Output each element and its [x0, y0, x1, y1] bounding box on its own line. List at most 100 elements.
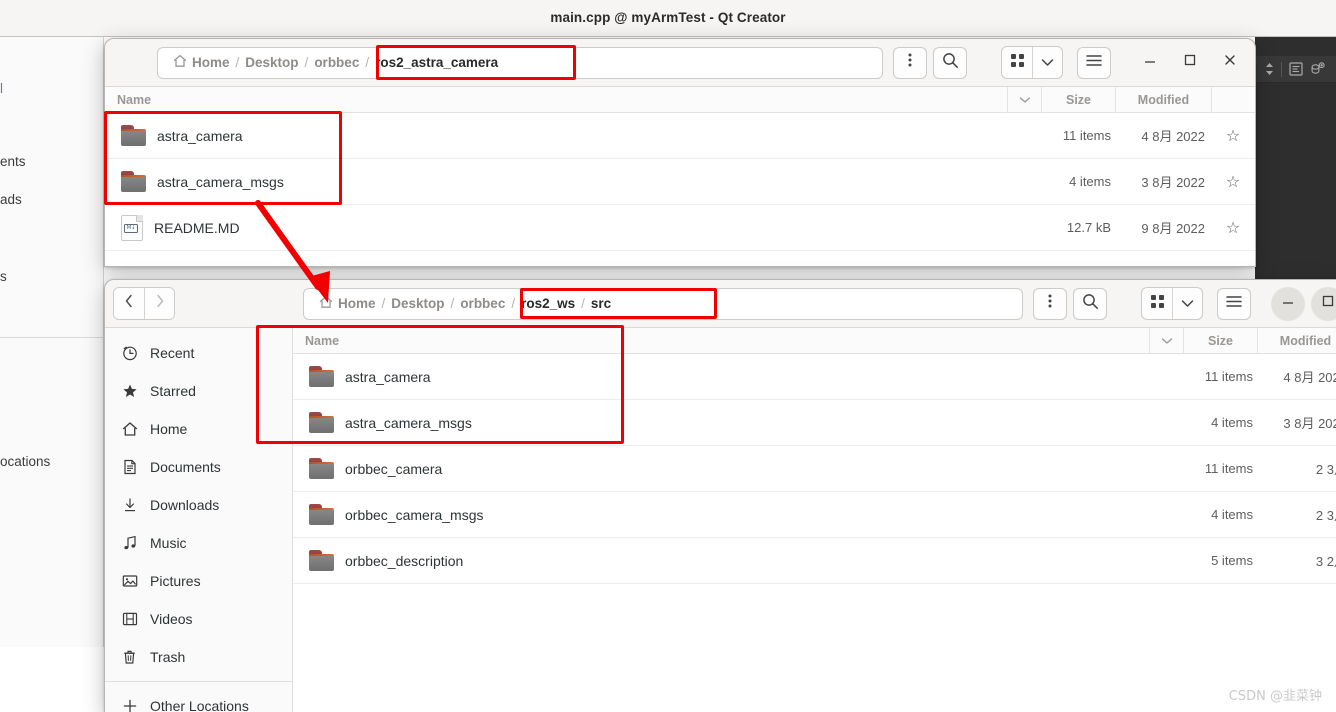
top-hamburger-button[interactable]	[1077, 46, 1111, 79]
bottom-forward-button[interactable]	[144, 288, 174, 319]
top-row-1-size: 4 items	[1069, 174, 1111, 189]
table-row[interactable]: astra_camera_msgs 4 items 3 8月 2022	[293, 400, 1336, 446]
bottom-grid-view-button[interactable]	[1142, 288, 1172, 319]
bottom-row-0-name-cell[interactable]: astra_camera	[293, 366, 1149, 387]
bottom-breadcrumb-ros2ws[interactable]: ros2_ws	[516, 296, 580, 311]
bottom-breadcrumb-desktop[interactable]: Desktop	[386, 296, 449, 311]
table-row[interactable]: astra_camera_msgs 4 items 3 8月 2022 ☆	[105, 159, 1255, 205]
top-row-1-modified: 3 8月 2022	[1141, 175, 1205, 190]
top-search-button[interactable]	[933, 46, 967, 79]
bottom-col-sort[interactable]	[1149, 327, 1183, 354]
table-row[interactable]: M↓ README.MD 12.7 kB 9 8月 2022 ☆	[105, 205, 1255, 251]
file-manager-window-bottom[interactable]: Home / Desktop / orbbec / ros2_ws / src	[104, 279, 1336, 712]
bottom-row-0-size: 11 items	[1204, 369, 1253, 384]
sidebar-item-pictures[interactable]: Pictures	[105, 562, 292, 600]
top-row-0-size: 11 items	[1062, 128, 1111, 143]
top-col-size[interactable]: Size	[1041, 86, 1115, 113]
table-row[interactable]: astra_camera 11 items 4 8月 2022	[293, 354, 1336, 400]
top-maximize-button[interactable]	[1173, 46, 1207, 80]
updown-arrows-icon[interactable]	[1265, 62, 1274, 76]
bottom-row-2-name-cell[interactable]: orbbec_camera	[293, 458, 1149, 479]
bottom-search-button[interactable]	[1073, 287, 1107, 320]
bottom-breadcrumb-current[interactable]: src	[586, 296, 616, 311]
table-row[interactable]: orbbec_description 5 items 3 2月	[293, 538, 1336, 584]
bottom-row-4-name-cell[interactable]: orbbec_description	[293, 550, 1149, 571]
bottom-row-1-modified: 3 8月 2022	[1283, 416, 1336, 431]
kebab-menu-icon	[1048, 293, 1052, 314]
bottom-back-button[interactable]	[114, 288, 144, 319]
bottom-breadcrumb-home-label: Home	[338, 296, 376, 311]
sidebar-item-starred[interactable]: Starred	[105, 372, 292, 410]
chevron-down-icon	[1181, 295, 1194, 313]
add-bookmark-icon[interactable]	[1310, 62, 1325, 76]
bottom-minimize-button[interactable]	[1271, 286, 1305, 321]
sidebar-item-label: Documents	[150, 459, 221, 475]
top-breadcrumb-desktop[interactable]: Desktop	[240, 55, 303, 70]
bottom-row-2-size: 11 items	[1204, 461, 1253, 476]
bottom-col-modified[interactable]: Modified	[1257, 327, 1336, 354]
sidebar-item-recent[interactable]: Recent	[105, 334, 292, 372]
bottom-row-1-name-cell[interactable]: astra_camera_msgs	[293, 412, 1149, 433]
top-kebab-menu-button[interactable]	[893, 46, 927, 79]
sidebar-item-home[interactable]: Home	[105, 410, 292, 448]
bottom-hamburger-button[interactable]	[1217, 287, 1251, 320]
documents-icon	[121, 459, 138, 476]
bottom-kebab-menu-button[interactable]	[1033, 287, 1067, 320]
top-close-button[interactable]	[1213, 46, 1247, 80]
background-file-window[interactable]: l ents ads s ocations	[0, 37, 104, 647]
bottom-pathbar[interactable]: Home / Desktop / orbbec / ros2_ws / src	[303, 287, 1023, 320]
bottom-breadcrumb-home[interactable]: Home	[314, 295, 381, 312]
table-row[interactable]: orbbec_camera 11 items 2 3月	[293, 446, 1336, 492]
top-col-sort[interactable]	[1007, 86, 1041, 113]
bottom-col-name[interactable]: Name	[293, 328, 1149, 354]
top-view-dropdown-button[interactable]	[1032, 47, 1062, 78]
top-row-0-label: astra_camera	[157, 127, 243, 144]
bottom-row-3-name-cell[interactable]: orbbec_camera_msgs	[293, 504, 1149, 525]
bottom-col-size[interactable]: Size	[1183, 327, 1257, 354]
sidebar-item-trash[interactable]: Trash	[105, 638, 292, 676]
chevron-down-icon	[1041, 54, 1054, 72]
behind-divider	[0, 337, 104, 338]
top-breadcrumb-current[interactable]: ros2_astra_camera	[370, 55, 503, 70]
top-row-0-star-button[interactable]: ☆	[1211, 126, 1255, 146]
bottom-view-dropdown-button[interactable]	[1172, 288, 1202, 319]
bottom-window-body: Recent Starred Home Documents Downloads …	[105, 327, 1336, 712]
sidebar-item-downloads[interactable]: Downloads	[105, 486, 292, 524]
top-row-2-star-button[interactable]: ☆	[1211, 218, 1255, 238]
sidebar-item-music[interactable]: Music	[105, 524, 292, 562]
bottom-nav-group[interactable]	[113, 287, 175, 320]
bottom-maximize-button[interactable]	[1311, 286, 1336, 321]
top-row-0-name-cell[interactable]: astra_camera	[105, 125, 1007, 146]
sidebar-item-documents[interactable]: Documents	[105, 448, 292, 486]
top-breadcrumb-home[interactable]: Home	[168, 54, 235, 71]
bottom-row-4-label: orbbec_description	[345, 552, 464, 569]
top-col-modified[interactable]: Modified	[1115, 86, 1211, 113]
top-row-1-star-button[interactable]: ☆	[1211, 172, 1255, 192]
split-view-icon[interactable]	[1289, 62, 1303, 76]
folder-icon	[309, 412, 334, 433]
behind-fragment-2: ads	[0, 191, 22, 207]
top-col-name[interactable]: Name	[105, 87, 1007, 113]
top-view-switcher[interactable]	[1001, 46, 1063, 79]
bottom-window-headerbar: Home / Desktop / orbbec / ros2_ws / src	[105, 280, 1336, 328]
table-row[interactable]: orbbec_camera_msgs 4 items 2 3月	[293, 492, 1336, 538]
bottom-view-switcher[interactable]	[1141, 287, 1203, 320]
top-breadcrumb-home-label: Home	[192, 55, 230, 70]
top-minimize-button[interactable]	[1133, 46, 1167, 80]
bottom-breadcrumb-orbbec[interactable]: orbbec	[455, 296, 510, 311]
sidebar-item-videos[interactable]: Videos	[105, 600, 292, 638]
bottom-row-3-size: 4 items	[1211, 507, 1253, 522]
top-row-2-modified: 9 8月 2022	[1141, 221, 1205, 236]
top-column-header: Name Size Modified	[105, 86, 1255, 113]
file-manager-window-top[interactable]: Home / Desktop / orbbec / ros2_astra_cam…	[104, 38, 1256, 267]
folder-icon	[309, 458, 334, 479]
top-grid-view-button[interactable]	[1002, 47, 1032, 78]
behind-fragment-4: ocations	[0, 453, 51, 469]
table-row[interactable]: astra_camera 11 items 4 8月 2022 ☆	[105, 113, 1255, 159]
sidebar-item-other-locations[interactable]: Other Locations	[105, 687, 292, 712]
bottom-sidebar[interactable]: Recent Starred Home Documents Downloads …	[105, 328, 293, 712]
top-breadcrumb-orbbec[interactable]: orbbec	[309, 55, 364, 70]
top-row-2-name-cell[interactable]: M↓ README.MD	[105, 214, 1007, 241]
top-row-1-name-cell[interactable]: astra_camera_msgs	[105, 171, 1007, 192]
top-pathbar[interactable]: Home / Desktop / orbbec / ros2_astra_cam…	[157, 46, 883, 79]
